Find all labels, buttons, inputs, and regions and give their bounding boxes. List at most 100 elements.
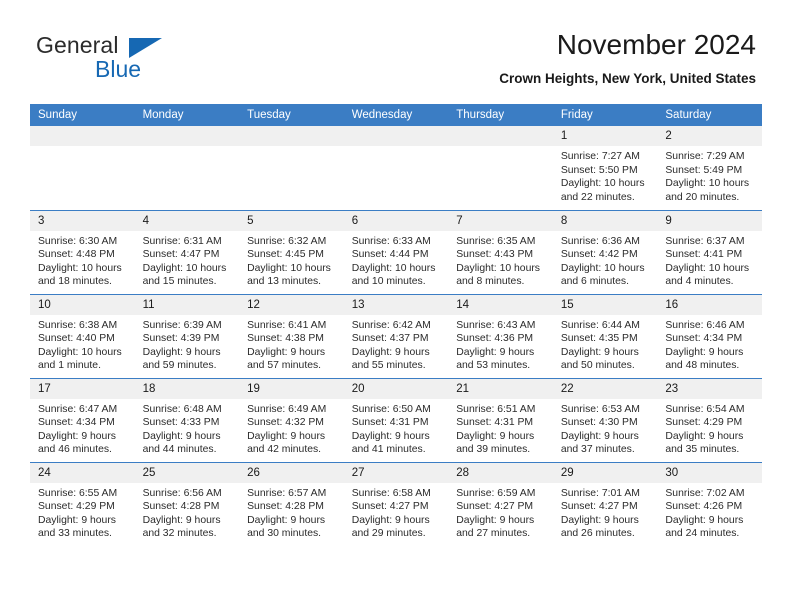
day-sun-info: Sunrise: 7:27 AM Sunset: 5:50 PM Daylight:…	[553, 146, 658, 204]
day-sun-info: Sunrise: 6:47 AM Sunset: 4:34 PM Daylight:…	[30, 399, 135, 457]
calendar-day-cell[interactable]: 8 Sunrise: 6:36 AM Sunset: 4:42 PM Daylight…	[552, 209, 658, 294]
sunrise-text: Sunrise: 6:54 AM	[665, 403, 745, 415]
calendar-day-cell[interactable]: 29 Sunrise: 7:01 AM Sunset: 4:27 PM Dayligh…	[552, 461, 658, 546]
calendar-week-row: 10 Sunrise: 6:38 AM Sunset: 4:40 PM Dayligh…	[30, 293, 762, 378]
sunset-text: Sunset: 4:40 PM	[38, 333, 115, 345]
daylight-text: Daylight: 9 hours and 46 minutes.	[38, 430, 116, 456]
day-sun-info: Sunrise: 6:42 AM Sunset: 4:37 PM Daylight:…	[344, 315, 449, 373]
calendar-day-cell[interactable]: 13 Sunrise: 6:42 AM Sunset: 4:37 PM Dayligh…	[343, 293, 449, 378]
daylight-text: Daylight: 9 hours and 27 minutes.	[456, 514, 535, 540]
day-number: 17	[30, 378, 135, 399]
day-number: 10	[30, 294, 135, 315]
sunrise-text: Sunrise: 7:01 AM	[560, 487, 640, 499]
sunset-text: Sunset: 4:26 PM	[665, 501, 743, 513]
day-sun-info: Sunrise: 6:30 AM Sunset: 4:48 PM Daylight:…	[30, 231, 135, 289]
daylight-text: Daylight: 9 hours and 24 minutes.	[665, 514, 744, 540]
day-sun-info: Sunrise: 6:53 AM Sunset: 4:30 PM Daylight:…	[553, 399, 658, 457]
day-sun-info: Sunrise: 6:57 AM Sunset: 4:28 PM Daylight:…	[239, 483, 344, 541]
calendar-day-cell[interactable]: 10 Sunrise: 6:38 AM Sunset: 4:40 PM Dayligh…	[30, 293, 135, 378]
calendar-body: 1 Sunrise: 7:27 AM Sunset: 5:50 PM Daylight…	[30, 126, 762, 546]
weekday-header-wednesday: Wednesday	[343, 104, 449, 126]
weekday-header-friday: Friday	[552, 104, 658, 126]
sunset-text: Sunset: 4:27 PM	[560, 501, 638, 513]
sunrise-text: Sunrise: 6:57 AM	[247, 487, 327, 499]
calendar-day-cell[interactable]: 22 Sunrise: 6:53 AM Sunset: 4:30 PM Dayligh…	[552, 377, 658, 462]
sunrise-text: Sunrise: 6:31 AM	[142, 235, 222, 247]
sunrise-text: Sunrise: 6:50 AM	[351, 403, 431, 415]
day-sun-info: Sunrise: 6:54 AM Sunset: 4:29 PM Daylight:…	[657, 399, 762, 457]
daylight-text: Daylight: 9 hours and 33 minutes.	[38, 514, 116, 540]
calendar-day-cell[interactable]: 18 Sunrise: 6:48 AM Sunset: 4:33 PM Dayligh…	[134, 377, 240, 462]
calendar-day-cell[interactable]: 14 Sunrise: 6:43 AM Sunset: 4:36 PM Dayligh…	[448, 293, 553, 378]
calendar-week-row: 24 Sunrise: 6:55 AM Sunset: 4:29 PM Dayligh…	[30, 461, 762, 546]
sunset-text: Sunset: 4:34 PM	[665, 333, 743, 345]
calendar-day-cell[interactable]: 3 Sunrise: 6:30 AM Sunset: 4:48 PM Daylight…	[30, 209, 135, 294]
calendar-day-cell[interactable]: 16 Sunrise: 6:46 AM Sunset: 4:34 PM Dayligh…	[657, 293, 762, 378]
daylight-text: Daylight: 9 hours and 35 minutes.	[665, 430, 744, 456]
calendar-day-cell[interactable]: 27 Sunrise: 6:58 AM Sunset: 4:27 PM Dayligh…	[343, 461, 449, 546]
calendar-day-cell[interactable]: 15 Sunrise: 6:44 AM Sunset: 4:35 PM Dayligh…	[552, 293, 658, 378]
day-number: 3	[30, 210, 135, 231]
day-number: 29	[552, 462, 658, 483]
day-number: 30	[657, 462, 762, 483]
sunrise-text: Sunrise: 6:49 AM	[247, 403, 327, 415]
calendar-week-row: 17 Sunrise: 6:47 AM Sunset: 4:34 PM Dayligh…	[30, 377, 762, 462]
daylight-text: Daylight: 10 hours and 4 minutes.	[665, 262, 750, 288]
sunset-text: Sunset: 4:37 PM	[351, 333, 429, 345]
day-number: 23	[657, 378, 762, 399]
calendar-day-cell[interactable]: 26 Sunrise: 6:57 AM Sunset: 4:28 PM Dayligh…	[239, 461, 344, 546]
calendar-day-cell[interactable]: 24 Sunrise: 6:55 AM Sunset: 4:29 PM Dayligh…	[30, 461, 135, 546]
calendar-day-cell[interactable]: 9 Sunrise: 6:37 AM Sunset: 4:41 PM Daylight…	[657, 209, 762, 294]
calendar-day-cell[interactable]: 1 Sunrise: 7:27 AM Sunset: 5:50 PM Daylight…	[552, 126, 658, 210]
calendar-day-cell[interactable]: 19 Sunrise: 6:49 AM Sunset: 4:32 PM Dayligh…	[239, 377, 344, 462]
day-sun-info: Sunrise: 6:49 AM Sunset: 4:32 PM Daylight:…	[239, 399, 344, 457]
calendar-day-cell[interactable]: 7 Sunrise: 6:35 AM Sunset: 4:43 PM Daylight…	[448, 209, 553, 294]
sunrise-text: Sunrise: 6:55 AM	[38, 487, 118, 499]
weekday-header-tuesday: Tuesday	[239, 104, 344, 126]
day-sun-info: Sunrise: 7:29 AM Sunset: 5:49 PM Daylight:…	[657, 146, 762, 204]
logo-triangle-icon	[129, 38, 162, 58]
calendar-day-cell[interactable]: 21 Sunrise: 6:51 AM Sunset: 4:31 PM Dayligh…	[448, 377, 553, 462]
calendar-day-cell[interactable]: 28 Sunrise: 6:59 AM Sunset: 4:27 PM Dayligh…	[448, 461, 553, 546]
sunrise-text: Sunrise: 6:36 AM	[560, 235, 640, 247]
daylight-text: Daylight: 10 hours and 6 minutes.	[560, 262, 645, 288]
day-number: 16	[657, 294, 762, 315]
day-sun-info: Sunrise: 6:48 AM Sunset: 4:33 PM Daylight:…	[135, 399, 240, 457]
day-number: 11	[134, 294, 240, 315]
calendar-day-cell[interactable]: 23 Sunrise: 6:54 AM Sunset: 4:29 PM Dayligh…	[657, 377, 762, 462]
day-number: 25	[134, 462, 240, 483]
calendar-day-cell[interactable]: 11 Sunrise: 6:39 AM Sunset: 4:39 PM Dayligh…	[134, 293, 240, 378]
daylight-text: Daylight: 9 hours and 42 minutes.	[247, 430, 326, 456]
sunset-text: Sunset: 4:33 PM	[142, 417, 220, 429]
day-sun-info: Sunrise: 6:51 AM Sunset: 4:31 PM Daylight:…	[448, 399, 553, 457]
day-sun-info: Sunrise: 6:39 AM Sunset: 4:39 PM Daylight:…	[135, 315, 240, 373]
calendar-day-cell[interactable]: 30 Sunrise: 7:02 AM Sunset: 4:26 PM Dayligh…	[657, 461, 762, 546]
daylight-text: Daylight: 10 hours and 22 minutes.	[560, 178, 645, 203]
title-block: November 2024 Crown Heights, New York, U…	[499, 28, 756, 87]
calendar-day-cell[interactable]: 4 Sunrise: 6:31 AM Sunset: 4:47 PM Daylight…	[134, 209, 240, 294]
calendar-day-cell[interactable]: 6 Sunrise: 6:33 AM Sunset: 4:44 PM Daylight…	[343, 209, 449, 294]
calendar-day-cell-empty	[239, 126, 344, 210]
calendar-day-cell[interactable]: 17 Sunrise: 6:47 AM Sunset: 4:34 PM Dayligh…	[30, 377, 135, 462]
calendar-day-cell[interactable]: 5 Sunrise: 6:32 AM Sunset: 4:45 PM Daylight…	[239, 209, 344, 294]
sunrise-text: Sunrise: 6:37 AM	[665, 235, 745, 247]
calendar-day-cell[interactable]: 25 Sunrise: 6:56 AM Sunset: 4:28 PM Dayligh…	[134, 461, 240, 546]
sunrise-text: Sunrise: 6:44 AM	[560, 319, 640, 331]
sunrise-text: Sunrise: 7:29 AM	[665, 151, 745, 162]
calendar-day-cell[interactable]: 12 Sunrise: 6:41 AM Sunset: 4:38 PM Dayligh…	[239, 293, 344, 378]
calendar-day-cell[interactable]: 20 Sunrise: 6:50 AM Sunset: 4:31 PM Dayligh…	[343, 377, 449, 462]
day-number: 26	[239, 462, 344, 483]
sunset-text: Sunset: 4:31 PM	[351, 417, 429, 429]
day-number: 8	[552, 210, 658, 231]
sunset-text: Sunset: 4:45 PM	[247, 249, 324, 261]
day-number: 2	[657, 126, 762, 146]
calendar-week-row: 1 Sunrise: 7:27 AM Sunset: 5:50 PM Daylight…	[30, 126, 762, 210]
sunset-text: Sunset: 4:29 PM	[665, 417, 743, 429]
sunset-text: Sunset: 4:41 PM	[665, 249, 743, 261]
calendar-day-cell[interactable]: 2 Sunrise: 7:29 AM Sunset: 5:49 PM Daylight…	[657, 126, 762, 210]
sunset-text: Sunset: 4:44 PM	[351, 249, 429, 261]
day-number: 19	[239, 378, 344, 399]
sunset-text: Sunset: 5:50 PM	[560, 164, 638, 176]
sunset-text: Sunset: 4:36 PM	[456, 333, 534, 345]
day-number	[134, 126, 240, 146]
